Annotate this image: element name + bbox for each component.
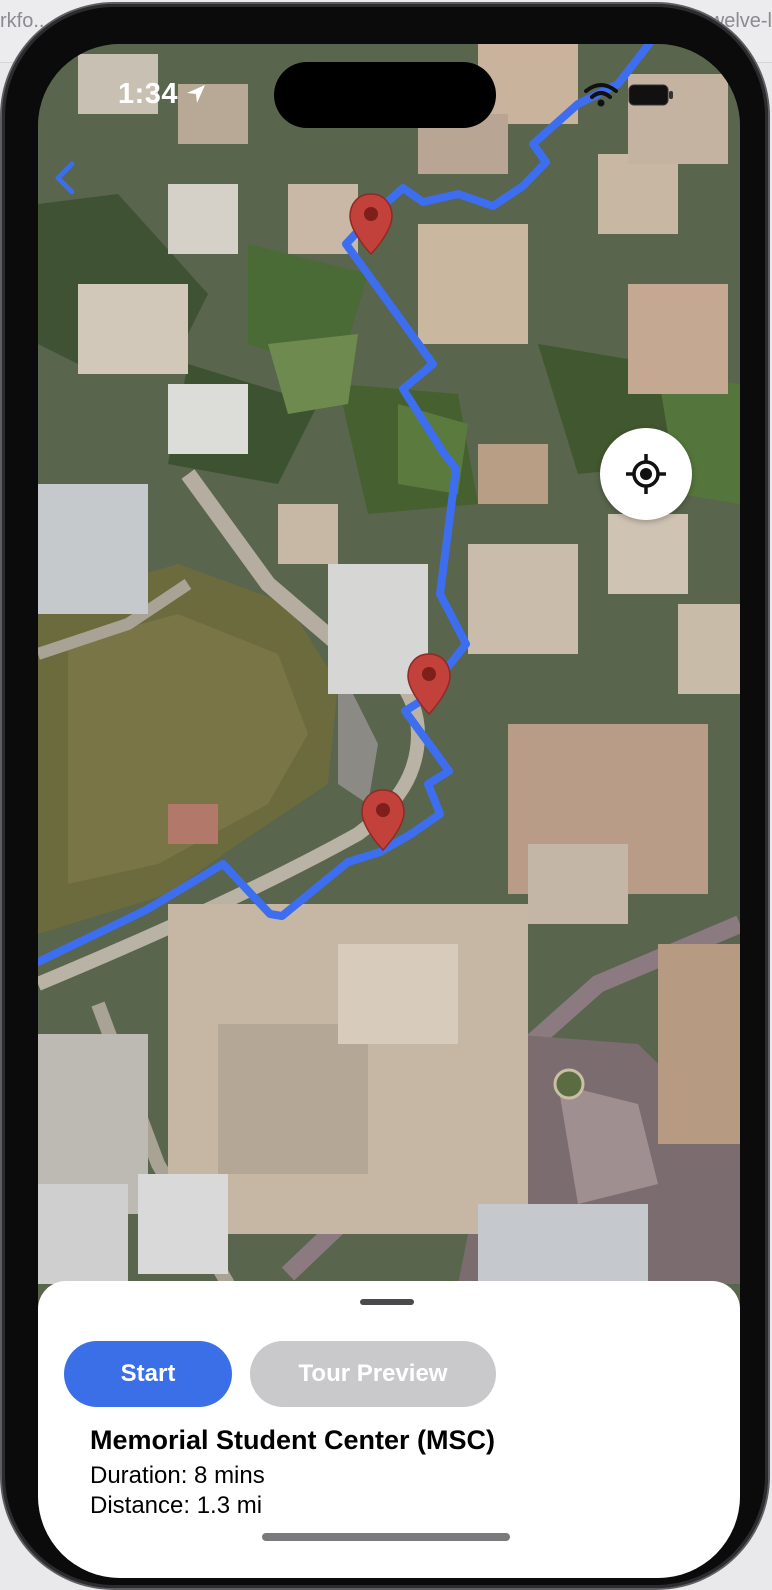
crosshair-icon — [626, 454, 666, 494]
chevron-left-icon — [55, 161, 75, 195]
start-button[interactable]: Start — [64, 1341, 232, 1407]
battery-icon — [628, 84, 673, 106]
sheet-grabber[interactable] — [360, 1299, 414, 1305]
dynamic-island — [274, 62, 496, 128]
locate-me-button[interactable] — [600, 428, 692, 520]
home-indicator[interactable] — [262, 1533, 510, 1541]
tour-preview-button[interactable]: Tour Preview — [250, 1341, 496, 1407]
bottom-sheet[interactable]: Start Tour Preview Memorial Student Cent… — [38, 1281, 740, 1578]
place-name: Memorial Student Center (MSC) — [90, 1425, 496, 1455]
back-button[interactable] — [46, 156, 86, 200]
app-screen: 1:34 Start Tour Preview Memorial Student… — [38, 44, 740, 1578]
status-time: 1:34 — [118, 78, 179, 110]
navigation-arrow-icon — [187, 85, 205, 103]
phone-frame: 1:34 Start Tour Preview Memorial Student… — [2, 4, 768, 1588]
map-pin-icon[interactable] — [348, 192, 394, 256]
map-pin-icon[interactable] — [406, 652, 452, 716]
tour-duration: Duration: 8 mins — [90, 1462, 265, 1489]
tour-distance: Distance: 1.3 mi — [90, 1492, 263, 1519]
map-pin-icon[interactable] — [360, 788, 406, 852]
wifi-icon — [584, 83, 618, 107]
